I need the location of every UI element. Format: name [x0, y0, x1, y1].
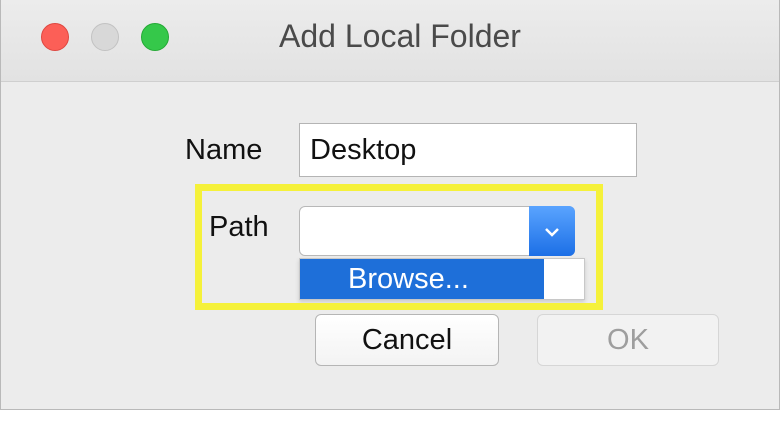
- cancel-button[interactable]: Cancel: [315, 314, 499, 366]
- ok-button[interactable]: OK: [537, 314, 719, 366]
- highlight-annotation: [195, 184, 603, 310]
- add-local-folder-dialog: Add Local Folder Name Path Browse... Can…: [0, 0, 780, 410]
- title-bar[interactable]: Add Local Folder: [1, 0, 779, 82]
- name-field[interactable]: [299, 123, 637, 177]
- name-label: Name: [185, 134, 263, 166]
- window-title: Add Local Folder: [279, 18, 521, 54]
